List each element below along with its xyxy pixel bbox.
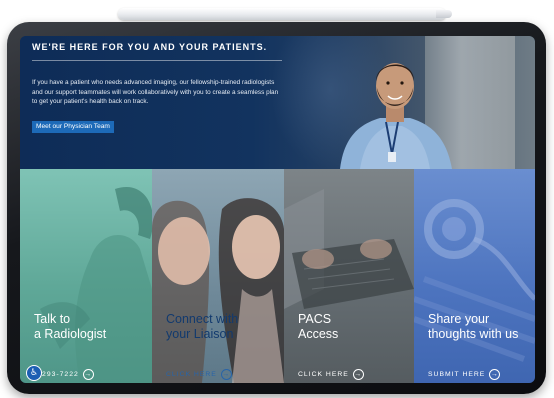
tile-heading-line2: Access xyxy=(298,327,339,341)
tile-heading-line2: thoughts with us xyxy=(428,327,519,341)
tile-heading-line2: a Radiologist xyxy=(34,327,107,341)
hero-title: WE'RE HERE FOR YOU AND YOUR PATIENTS. xyxy=(32,42,268,52)
tile-heading: Talk to a Radiologist xyxy=(34,312,152,342)
tablet-screen: WE'RE HERE FOR YOU AND YOUR PATIENTS. If… xyxy=(20,36,535,383)
tile-connect-liaison[interactable]: Connect with your Liaison CLICK HERE → xyxy=(152,169,284,383)
tile-heading-line1: Share your xyxy=(428,312,490,326)
tile-heading: PACS Access xyxy=(298,312,414,342)
hero-divider xyxy=(32,60,282,61)
tile-link[interactable]: 0-293-7222 → xyxy=(34,369,94,380)
tile-heading-line1: PACS xyxy=(298,312,332,326)
arrow-circle-icon: → xyxy=(220,369,232,380)
submit-here-text: SUBMIT HERE xyxy=(428,371,486,378)
laptop-photo xyxy=(284,189,414,309)
tile-pacs-access[interactable]: PACS Access CLICK HERE → xyxy=(284,169,414,383)
arrow-circle-icon: → xyxy=(489,369,501,380)
tile-heading: Share your thoughts with us xyxy=(428,312,535,342)
tile-heading-line1: Talk to xyxy=(34,312,71,326)
stethoscope-photo xyxy=(414,199,535,362)
stylus-tip xyxy=(436,10,452,18)
tile-link[interactable]: SUBMIT HERE → xyxy=(428,369,501,380)
arrow-circle-icon: → xyxy=(352,369,364,380)
action-tiles: Talk to a Radiologist 0-293-7222 → ♿ Con… xyxy=(20,169,535,383)
tile-heading-line1: Connect with xyxy=(166,312,239,326)
hero-description: If you have a patient who needs advanced… xyxy=(32,79,279,106)
click-here-text: CLICK HERE xyxy=(298,371,349,378)
tile-talk-to-radiologist[interactable]: Talk to a Radiologist 0-293-7222 → ♿ xyxy=(20,169,152,383)
tile-heading: Connect with your Liaison xyxy=(166,312,284,342)
tile-link[interactable]: CLICK HERE → xyxy=(166,369,232,380)
arrow-circle-icon: → xyxy=(82,369,94,380)
meet-physician-team-button[interactable]: Meet our Physician Team xyxy=(32,121,114,133)
phone-photo xyxy=(40,187,152,383)
liaisons-photo xyxy=(152,198,284,383)
stylus xyxy=(118,8,446,20)
doctor-photo xyxy=(340,63,452,169)
tile-share-thoughts[interactable]: Share your thoughts with us SUBMIT HERE … xyxy=(414,169,535,383)
hero-banner: WE'RE HERE FOR YOU AND YOUR PATIENTS. If… xyxy=(20,36,535,169)
tile-heading-line2: your Liaison xyxy=(166,327,234,341)
accessibility-icon[interactable]: ♿ xyxy=(26,365,42,381)
tile-link[interactable]: CLICK HERE → xyxy=(298,369,364,380)
click-here-text: CLICK HERE xyxy=(166,371,217,378)
